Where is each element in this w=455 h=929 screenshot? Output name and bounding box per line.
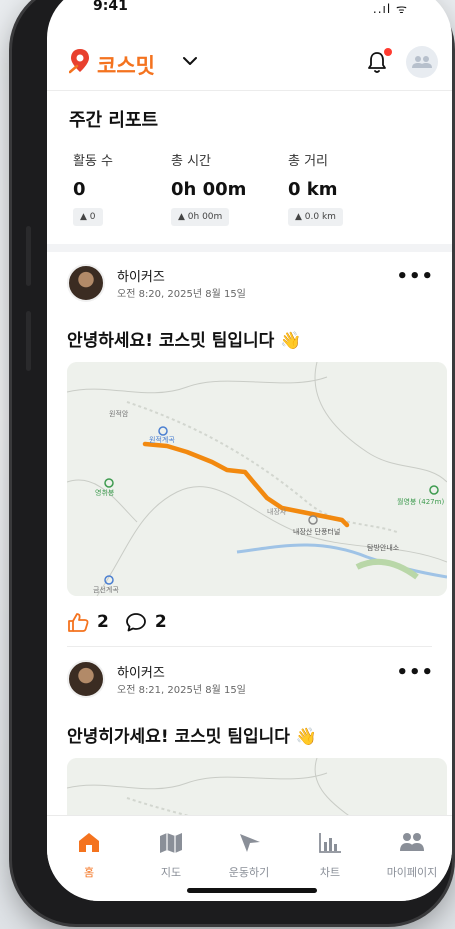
tab-chart[interactable]: 차트	[294, 830, 366, 880]
status-time: 9:41	[93, 0, 128, 14]
tab-map[interactable]: 지도	[135, 830, 207, 880]
post-text: 안녕히가세요! 코스밋 팀입니다 👋	[67, 727, 317, 747]
people-icon	[400, 833, 424, 851]
stat-label: 활동 수	[73, 154, 114, 169]
location-pin-icon	[69, 49, 89, 74]
home-icon	[79, 833, 99, 852]
tab-label: 마이페이지	[386, 866, 438, 879]
feed-post[interactable]: 하이커즈 오전 8:21, 2025년 8월 15일 ••• 안녕히가세요! 코…	[47, 648, 452, 828]
comment-icon[interactable]	[125, 612, 147, 632]
post-timestamp: 오전 8:20, 2025년 8월 15일	[117, 289, 246, 300]
map-label: 탐방안내소	[367, 543, 400, 552]
more-options-icon[interactable]: •••	[396, 266, 434, 287]
post-actions: 2 2	[67, 610, 167, 634]
home-indicator	[187, 888, 317, 893]
chart-icon	[319, 833, 341, 853]
feed-post[interactable]: 하이커즈 오전 8:20, 2025년 8월 15일 ••• 안녕하세요! 코스…	[47, 252, 452, 648]
map-label: 월영봉 (427m)	[397, 497, 444, 506]
post-username[interactable]: 하이커즈	[117, 266, 165, 285]
phone-frame: 9:41 ..ıl ᯤ 코스밋 주간 리포트 활동 수 0 ▲ 0 총 시간 0…	[12, 0, 452, 924]
app-screen: 9:41 ..ıl ᯤ 코스밋 주간 리포트 활동 수 0 ▲ 0 총 시간 0…	[47, 0, 452, 901]
map-icon	[160, 833, 182, 853]
map-label: 원적암	[109, 409, 129, 418]
brand-title[interactable]: 코스밋	[97, 50, 155, 80]
stat-delta: ▲ 0h 00m	[171, 208, 230, 226]
map-label: 원적계곡	[149, 435, 175, 444]
map-label: 내장사	[267, 507, 287, 516]
thumbs-up-icon[interactable]	[67, 612, 89, 632]
stat-label: 총 시간	[171, 154, 212, 169]
post-avatar[interactable]	[67, 264, 105, 302]
like-count: 2	[97, 612, 109, 632]
stat-delta: ▲ 0.0 km	[288, 208, 343, 226]
post-avatar[interactable]	[67, 660, 105, 698]
stat-total-distance: 총 거리 0 km ▲ 0.0 km	[288, 150, 343, 226]
tab-label: 홈	[83, 866, 95, 879]
stat-value: 0 km	[288, 179, 338, 200]
comment-count: 2	[154, 612, 167, 632]
notification-dot	[384, 48, 392, 56]
navigation-icon	[240, 834, 260, 852]
section-separator	[47, 244, 452, 252]
tab-label: 운동하기	[228, 866, 270, 879]
stat-activities: 활동 수 0 ▲ 0	[73, 150, 113, 226]
map-label: 영취봉	[95, 488, 115, 497]
tab-mypage[interactable]: 마이페이지	[372, 830, 452, 880]
route-map[interactable]: 원적암 원적계곡 영취봉 내장사 내장산 단풍터널 탐방안내소 월영봉 (427…	[67, 362, 447, 596]
stat-total-time: 총 시간 0h 00m ▲ 0h 00m	[171, 150, 246, 226]
tab-workout[interactable]: 운동하기	[213, 830, 285, 880]
post-text: 안녕하세요! 코스밋 팀입니다 👋	[67, 331, 302, 351]
map-label: 금선계곡	[93, 585, 119, 594]
stat-label: 총 거리	[288, 154, 329, 169]
chevron-down-icon[interactable]	[183, 56, 197, 66]
post-divider	[67, 646, 432, 647]
tab-label: 차트	[319, 866, 341, 879]
stat-delta: ▲ 0	[73, 208, 103, 226]
signal-icon: ..ıl ᯤ	[372, 2, 408, 16]
app-bar: 코스밋	[47, 36, 452, 88]
volume-down-button	[26, 311, 31, 371]
more-options-icon[interactable]: •••	[396, 662, 434, 683]
report-title: 주간 리포트	[69, 110, 159, 131]
tab-label: 지도	[160, 866, 182, 879]
map-label: 내장산 단풍터널	[293, 527, 340, 536]
volume-up-button	[26, 226, 31, 286]
header-divider	[47, 90, 452, 91]
status-bar: 9:41 ..ıl ᯤ	[47, 0, 452, 20]
post-username[interactable]: 하이커즈	[117, 662, 165, 681]
profile-avatar[interactable]	[406, 46, 438, 78]
stat-value: 0h 00m	[171, 179, 247, 200]
post-timestamp: 오전 8:21, 2025년 8월 15일	[117, 685, 246, 696]
tab-home[interactable]: 홈	[53, 830, 125, 880]
route-map-drawing: 원적암 원적계곡 영취봉 내장사 내장산 단풍터널 탐방안내소 월영봉 (427…	[67, 362, 447, 596]
stat-value: 0	[73, 179, 86, 200]
weekly-report: 주간 리포트 활동 수 0 ▲ 0 총 시간 0h 00m ▲ 0h 00m 총…	[47, 94, 452, 246]
bottom-tab-bar: 홈 지도 운동하기 차트 마이페이지	[47, 815, 452, 901]
people-icon	[412, 56, 432, 68]
